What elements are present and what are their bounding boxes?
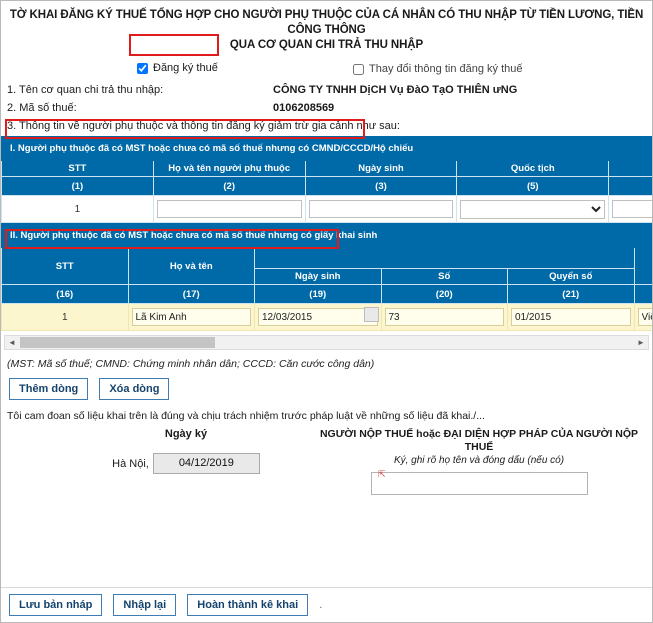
- table-row: 1 Việt Nam: [2, 196, 653, 223]
- signature-date-field[interactable]: 04/12/2019: [153, 453, 260, 474]
- checkbox-change-info-input[interactable]: [353, 64, 364, 75]
- page-title: TỜ KHAI ĐĂNG KÝ THUẾ TỔNG HỢP CHO NGƯỜI …: [1, 1, 652, 53]
- section2-row1-extra-input[interactable]: [638, 308, 653, 326]
- row-action-buttons: Thêm dòng Xóa dòng: [1, 370, 652, 400]
- section1-row1-extra-cell: [609, 196, 653, 223]
- section2-row1-name-cell: [128, 304, 255, 331]
- section2-table-wrapper: II. Người phụ thuộc đã có MST hoặc chưa …: [1, 223, 653, 331]
- section2-num-quyenso: (21): [508, 285, 635, 304]
- section1-num-stt: (1): [2, 177, 154, 196]
- section2-num-name: (17): [128, 285, 255, 304]
- section2-col-so: Số: [381, 269, 508, 285]
- checkbox-change-info-label: Thay đổi thông tin đăng ký thuế: [369, 63, 523, 75]
- payer-name-value: CÔNG TY TNHH DịCH Vụ ĐàO TạO THIÊN ưNG: [273, 84, 517, 96]
- section2-row1-so-cell: [381, 304, 508, 331]
- section2-row1-quyenso-input[interactable]: [511, 308, 631, 326]
- section2-num-birth: (19): [255, 285, 382, 304]
- checkbox-register-tax[interactable]: Đăng ký thuế: [137, 62, 218, 74]
- section1-row1-name-cell: [153, 196, 305, 223]
- scroll-right-arrow-icon[interactable]: ►: [634, 336, 648, 349]
- taxpayer-signature-input[interactable]: [371, 472, 588, 495]
- footer-divider: [1, 587, 652, 588]
- checkbox-register-tax-input[interactable]: [137, 63, 148, 74]
- section2-num-stt: (16): [2, 285, 129, 304]
- section1-table-wrapper: I. Người phụ thuộc đã có MST hoặc chưa c…: [1, 136, 653, 223]
- footer-trailing-dot: .: [319, 599, 322, 611]
- signature-city-label: Hà Nội,: [112, 458, 149, 470]
- section2-col-stt: STT: [2, 248, 129, 285]
- section2-row1-birth-input[interactable]: [258, 308, 378, 326]
- section1-row1-nationality-cell: Việt Nam: [457, 196, 609, 223]
- signature-date-area: Ngày ký Hà Nội, 04/12/2019: [61, 428, 311, 474]
- tax-code-row: 2. Mã số thuế: 0106208569: [1, 102, 652, 120]
- abbreviation-note: (MST: Mã số thuế; CMND: Chứng minh nhân …: [1, 350, 652, 370]
- dependents-intro-label: 3. Thông tin về người phụ thuộc và thông…: [1, 120, 652, 136]
- taxpayer-signature-subcaption: Ký, ghi rõ họ tên và đóng dấu (nếu có): [314, 455, 644, 466]
- section1-col-birth: Ngày sinh: [305, 161, 457, 177]
- page-title-line2: QUA CƠ QUAN CHI TRẢ THU NHẬP: [9, 38, 644, 53]
- tax-code-label: 2. Mã số thuế:: [7, 102, 77, 114]
- section1-col-nationality: Quốc tịch: [457, 161, 609, 177]
- section1-heading: I. Người phụ thuộc đã có MST hoặc chưa c…: [2, 137, 653, 161]
- section1-row1-birth-cell: [305, 196, 457, 223]
- section2-group-birthcert: [255, 248, 635, 269]
- taxpayer-signature-area: NGƯỜI NỘP THUẾ hoặc ĐẠI DIỆN HỢP PHÁP CỦ…: [314, 428, 644, 495]
- section1-col-name: Họ và tên người phụ thuộc: [153, 161, 305, 177]
- section1-num-extra: [609, 177, 653, 196]
- payer-name-row: 1. Tên cơ quan chi trả thu nhập: CÔNG TY…: [1, 84, 652, 102]
- table-row: 1: [2, 304, 653, 331]
- reset-button[interactable]: Nhập lại: [113, 594, 176, 616]
- signature-date-caption: Ngày ký: [61, 428, 311, 440]
- section1-num-birth: (3): [305, 177, 457, 196]
- add-row-button[interactable]: Thêm dòng: [9, 378, 88, 400]
- scrollbar-thumb[interactable]: [20, 337, 215, 348]
- section1-num-nationality: (5): [457, 177, 609, 196]
- section1-row1-birth-input[interactable]: [309, 200, 454, 218]
- section2-col-quyenso: Quyển số: [508, 269, 635, 285]
- section2-row1-stt: 1: [2, 304, 129, 331]
- tax-code-value: 0106208569: [273, 102, 334, 114]
- section1-table: I. Người phụ thuộc đã có MST hoặc chưa c…: [1, 136, 653, 223]
- complete-declaration-button[interactable]: Hoàn thành kê khai: [187, 594, 308, 616]
- declaration-type-row: Đăng ký thuế Thay đổi thông tin đăng ký …: [1, 58, 652, 84]
- section2-row1-quyenso-cell: [508, 304, 635, 331]
- section2-group-info: Thông: [634, 248, 653, 285]
- delete-row-button[interactable]: Xóa dòng: [99, 378, 169, 400]
- section1-row1-extra-input[interactable]: [612, 200, 653, 218]
- calendar-icon[interactable]: [364, 307, 379, 322]
- section2-row1-name-input[interactable]: [132, 308, 252, 326]
- commitment-text: Tôi cam đoan số liệu khai trên là đúng v…: [1, 400, 652, 422]
- section2-row1-extra-cell: [634, 304, 653, 331]
- section1-col-stt: STT: [2, 161, 154, 177]
- tax-declaration-form: TỜ KHAI ĐĂNG KÝ THUẾ TỔNG HỢP CHO NGƯỜI …: [0, 0, 653, 623]
- section2-num-extra: [634, 285, 653, 304]
- horizontal-scrollbar[interactable]: ◄ ►: [4, 335, 649, 350]
- taxpayer-signature-caption: NGƯỜI NỘP THUẾ hoặc ĐẠI DIỆN HỢP PHÁP CỦ…: [314, 428, 644, 454]
- section2-col-name: Họ và tên: [128, 248, 255, 285]
- section2-col-birth: Ngày sinh: [255, 269, 382, 285]
- section1-col-extra: [609, 161, 653, 177]
- section2-num-so: (20): [381, 285, 508, 304]
- checkbox-change-info[interactable]: Thay đổi thông tin đăng ký thuế: [353, 63, 523, 75]
- section2-heading: II. Người phụ thuộc đã có MST hoặc chưa …: [2, 224, 653, 248]
- signature-block: Ngày ký Hà Nội, 04/12/2019 NGƯỜI NỘP THU…: [1, 428, 652, 510]
- payer-name-label: 1. Tên cơ quan chi trả thu nhập:: [7, 84, 163, 96]
- section1-row1-name-input[interactable]: [157, 200, 302, 218]
- section1-num-name: (2): [153, 177, 305, 196]
- section2-row1-birth-cell: [255, 304, 382, 331]
- section1-row1-nationality-select[interactable]: Việt Nam: [460, 200, 605, 219]
- checkbox-register-tax-label: Đăng ký thuế: [153, 62, 218, 74]
- signature-date-row: Hà Nội, 04/12/2019: [61, 453, 311, 474]
- save-draft-button[interactable]: Lưu bản nháp: [9, 594, 102, 616]
- annotation-arrow-icon: ⇱: [378, 470, 385, 479]
- section2-row1-so-input[interactable]: [385, 308, 505, 326]
- scroll-left-arrow-icon[interactable]: ◄: [5, 336, 19, 349]
- footer-action-buttons: Lưu bản nháp Nhập lại Hoàn thành kê khai…: [9, 594, 322, 616]
- page-title-line1: TỜ KHAI ĐĂNG KÝ THUẾ TỔNG HỢP CHO NGƯỜI …: [9, 8, 644, 38]
- section1-row1-stt: 1: [2, 196, 154, 223]
- section2-table: II. Người phụ thuộc đã có MST hoặc chưa …: [1, 223, 653, 331]
